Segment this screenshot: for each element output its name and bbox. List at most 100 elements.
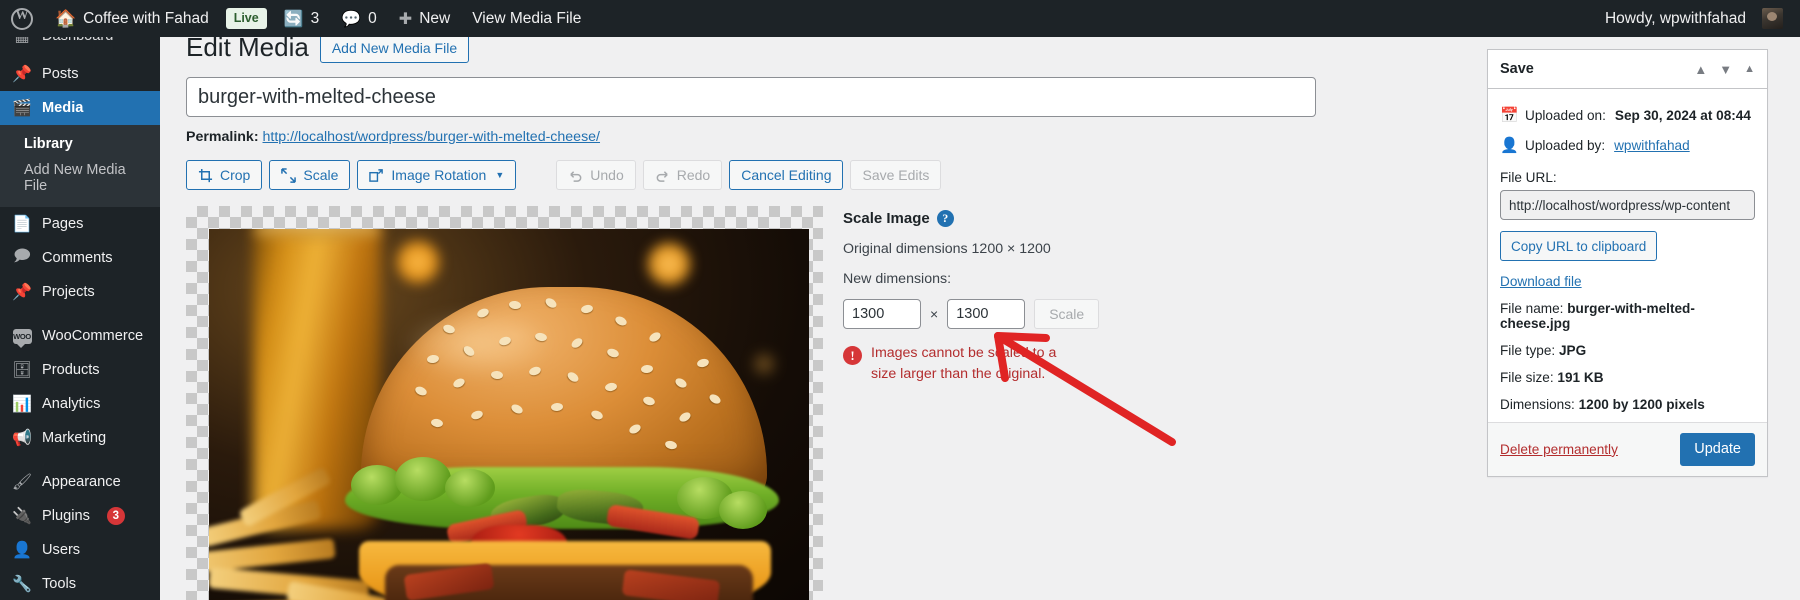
undo-label: Undo — [590, 167, 623, 183]
sidebar-item-marketing[interactable]: 📢 Marketing — [0, 421, 160, 455]
wordpress-logo-icon[interactable] — [11, 8, 33, 30]
file-type-value: JPG — [1559, 343, 1586, 358]
my-account-menu[interactable]: Howdy, wpwithfahad — [1594, 0, 1794, 37]
scale-arrows-icon — [281, 168, 296, 183]
wp-logo-menu[interactable] — [0, 0, 44, 37]
permalink-link[interactable]: http://localhost/wordpress/burger-with-m… — [263, 129, 601, 145]
calendar-icon: 📅 — [1500, 106, 1516, 124]
uploaded-on-label: Uploaded on: — [1525, 108, 1606, 123]
sidebar-item-pages[interactable]: 📄 Pages — [0, 207, 160, 241]
scale-button[interactable]: Scale — [269, 160, 350, 190]
products-icon: 🗄 — [12, 360, 32, 380]
megaphone-icon: 📢 — [12, 428, 32, 448]
page-title: Edit Media — [186, 37, 309, 65]
sidebar-item-tools[interactable]: 🔧 Tools — [0, 567, 160, 600]
sidebar-item-comments[interactable]: 🗩 Comments — [0, 241, 160, 275]
sidebar-item-media[interactable]: 🎬 Media — [0, 91, 160, 125]
uploaded-on-value: Sep 30, 2024 at 08:44 — [1615, 108, 1751, 123]
media-image-preview[interactable] — [209, 229, 809, 600]
sidebar-item-library[interactable]: Library — [0, 131, 160, 157]
save-edits-button[interactable]: Save Edits — [850, 160, 941, 190]
new-dimensions-row: × Scale — [843, 299, 1143, 329]
sidebar-item-label: Tools — [42, 576, 76, 592]
toggle-panel-icon[interactable]: ▲ — [1744, 63, 1755, 75]
main-content-area: Edit Media Add New Media File Permalink:… — [160, 37, 1800, 600]
scale-error-message: ! Images cannot be scaled to a size larg… — [843, 343, 1058, 384]
dashboard-icon: ▦ — [12, 37, 32, 46]
sidebar-item-users[interactable]: 👤 Users — [0, 533, 160, 567]
crop-button[interactable]: Crop — [186, 160, 262, 190]
chevron-up-icon[interactable]: ▲ — [1694, 62, 1707, 77]
sidebar-item-products[interactable]: 🗄 Products — [0, 353, 160, 387]
chevron-down-icon: ▼ — [495, 170, 504, 180]
original-dimensions-text: Original dimensions 1200 × 1200 — [843, 241, 1143, 257]
redo-button[interactable]: Redo — [643, 160, 722, 190]
media-submenu: Library Add New Media File — [0, 125, 160, 207]
dimension-separator: × — [930, 306, 938, 322]
wrench-icon: 🔧 — [12, 574, 32, 594]
sidebar-item-appearance[interactable]: 🖌 Appearance — [0, 465, 160, 499]
scale-height-input[interactable] — [947, 299, 1025, 329]
help-question-icon[interactable]: ? — [937, 210, 954, 227]
image-rotation-button[interactable]: Image Rotation ▼ — [357, 160, 516, 190]
metabox-controls: ▲ ▼ ▲ — [1694, 62, 1755, 77]
permalink-label: Permalink: — [186, 129, 259, 145]
home-icon: 🏠 — [55, 9, 76, 29]
delete-permanently-link[interactable]: Delete permanently — [1500, 442, 1618, 457]
admin-bar-right: Howdy, wpwithfahad — [1594, 0, 1800, 37]
file-url-input[interactable] — [1500, 190, 1755, 220]
view-media-file-label: View Media File — [472, 11, 581, 27]
menu-separator — [0, 47, 160, 57]
sidebar-item-label: Comments — [42, 250, 113, 266]
sidebar-item-label: Pages — [42, 216, 83, 232]
sidebar-item-analytics[interactable]: 📊 Analytics — [0, 387, 160, 421]
sidebar-item-dashboard[interactable]: ▦ Dashboard — [0, 37, 160, 47]
comments-menu[interactable]: 💬 0 — [330, 0, 388, 37]
sidebar-item-posts[interactable]: 📌 Posts — [0, 57, 160, 91]
uploaded-by-label: Uploaded by: — [1525, 138, 1605, 153]
view-media-file-link[interactable]: View Media File — [461, 0, 592, 37]
sidebar-item-label: Media — [42, 100, 83, 116]
file-type-label: File type: — [1500, 343, 1555, 358]
copy-url-to-clipboard-button[interactable]: Copy URL to clipboard — [1500, 231, 1657, 261]
sidebar-item-label: Analytics — [42, 396, 100, 412]
menu-separator — [0, 455, 160, 465]
site-name-menu[interactable]: 🏠 Coffee with Fahad — [44, 0, 220, 37]
comment-bubble-icon: 💬 — [341, 9, 361, 29]
new-content-menu[interactable]: ✚ New — [388, 0, 461, 37]
cancel-editing-button[interactable]: Cancel Editing — [729, 160, 843, 190]
sidebar-item-add-new-media-file[interactable]: Add New Media File — [0, 157, 160, 199]
save-metabox-body: 📅 Uploaded on: Sep 30, 2024 at 08:44 👤 U… — [1488, 89, 1767, 422]
file-type-row: File type: JPG — [1500, 343, 1755, 358]
admin-bar: 🏠 Coffee with Fahad Live 🔄 3 💬 0 ✚ New V… — [0, 0, 1800, 37]
uploaded-by-link[interactable]: wpwithfahad — [1614, 138, 1690, 153]
updates-count: 3 — [311, 11, 320, 27]
apply-scale-button[interactable]: Scale — [1034, 299, 1099, 329]
update-button[interactable]: Update — [1680, 433, 1755, 466]
sidebar-item-woocommerce[interactable]: WOO WooCommerce — [0, 319, 160, 353]
image-rotation-label: Image Rotation — [391, 167, 486, 183]
scale-width-input[interactable] — [843, 299, 921, 329]
woocommerce-icon: WOO — [12, 329, 32, 344]
dimensions-value: 1200 by 1200 pixels — [1579, 397, 1705, 412]
media-title-input[interactable] — [186, 77, 1316, 117]
media-icon: 🎬 — [12, 98, 32, 118]
sidebar-item-label: Users — [42, 542, 80, 558]
download-file-link[interactable]: Download file — [1500, 274, 1755, 289]
rotate-icon — [369, 168, 384, 183]
plus-icon: ✚ — [399, 9, 412, 29]
add-new-media-file-button[interactable]: Add New Media File — [320, 37, 469, 63]
image-preview-stage[interactable] — [186, 206, 823, 600]
page-icon: 📄 — [12, 214, 32, 234]
save-metabox-footer: Delete permanently Update — [1488, 422, 1767, 476]
chevron-down-icon[interactable]: ▼ — [1719, 62, 1732, 77]
sidebar-item-projects[interactable]: 📌 Projects — [0, 275, 160, 309]
comments-count: 0 — [368, 11, 377, 27]
undo-arrow-icon — [568, 168, 583, 183]
file-size-label: File size: — [1500, 370, 1554, 385]
live-status[interactable]: Live — [220, 0, 273, 37]
sidebar-item-label: Posts — [42, 66, 79, 82]
sidebar-item-plugins[interactable]: 🔌 Plugins 3 — [0, 499, 160, 533]
updates-menu[interactable]: 🔄 3 — [273, 0, 331, 37]
undo-button[interactable]: Undo — [556, 160, 635, 190]
